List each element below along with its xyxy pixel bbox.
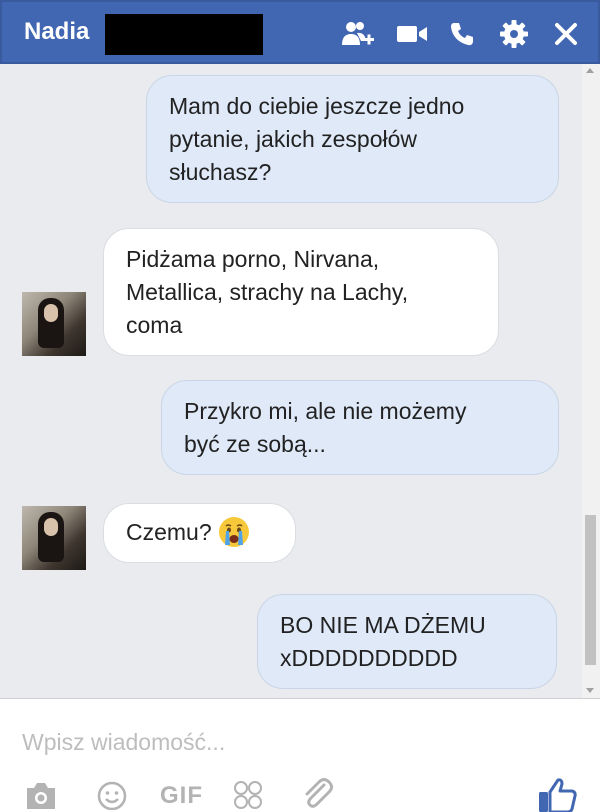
video-call-icon[interactable] (394, 16, 430, 52)
message-line: słuchasz? (169, 159, 272, 185)
redacted-name (105, 14, 263, 55)
thumbs-up-icon[interactable] (537, 778, 577, 812)
gif-icon[interactable]: GIF (160, 781, 203, 811)
phone-icon[interactable] (444, 16, 480, 52)
smiley-icon[interactable] (96, 779, 128, 810)
message-line: Metallica, strachy na Lachy, (126, 279, 409, 305)
message-line: coma (126, 312, 183, 338)
message-bubble-incoming[interactable]: Pidżama porno, Nirvana, Metallica, strac… (103, 228, 499, 356)
camera-icon[interactable] (24, 779, 58, 809)
scroll-up-arrow-icon[interactable] (586, 68, 594, 73)
message-line: BO NIE MA DŻEMU (280, 612, 486, 638)
scrollbar-thumb[interactable] (585, 515, 596, 665)
message-line: Pidżama porno, Nirvana, (126, 246, 380, 272)
message-line: Czemu? (126, 519, 212, 545)
chat-title[interactable]: Nadia (24, 18, 89, 46)
message-bubble-outgoing[interactable]: Przykro mi, ale nie możemy być ze sobą..… (161, 380, 559, 475)
avatar[interactable] (22, 506, 86, 570)
message-line: xDDDDDDDDDD (280, 645, 458, 671)
attachment-icon[interactable] (300, 778, 334, 809)
gif-label: GIF (160, 782, 203, 809)
message-line: Mam do ciebie jeszcze jedno (169, 93, 465, 119)
chat-header: Nadia (0, 0, 600, 64)
message-line: Przykro mi, ale nie możemy (184, 398, 467, 424)
message-bubble-outgoing[interactable]: Mam do ciebie jeszcze jedno pytanie, jak… (146, 75, 559, 203)
stickers-icon[interactable] (232, 779, 264, 809)
message-line: pytanie, jakich zespołów (169, 126, 418, 152)
scroll-down-arrow-icon[interactable] (586, 688, 594, 693)
message-input[interactable]: Wpisz wiadomość... (22, 729, 225, 756)
crying-face-icon (218, 516, 250, 548)
gear-icon[interactable] (496, 16, 532, 52)
add-people-icon[interactable] (340, 16, 376, 52)
message-bubble-outgoing[interactable]: BO NIE MA DŻEMU xDDDDDDDDDD (257, 594, 557, 689)
avatar-face (44, 518, 58, 536)
composer: Wpisz wiadomość... GIF (0, 698, 600, 812)
avatar[interactable] (22, 292, 86, 356)
close-icon[interactable] (548, 16, 584, 52)
avatar-face (44, 304, 58, 322)
message-bubble-incoming[interactable]: Czemu? (103, 503, 296, 563)
message-line: być ze sobą... (184, 431, 326, 457)
